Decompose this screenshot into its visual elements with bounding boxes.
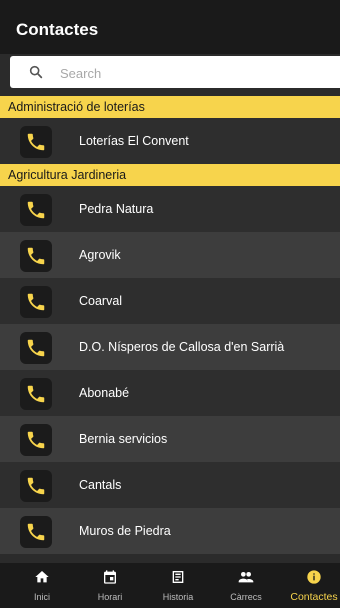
contact-name: Loterías El Convent xyxy=(79,134,189,148)
phone-icon xyxy=(27,385,45,403)
tab-historia[interactable]: Historia xyxy=(144,563,212,608)
newspaper-icon xyxy=(172,571,184,583)
section-header: Agricultura Jardineria xyxy=(0,164,340,186)
contact-row-do-nisperos[interactable]: D.O. Nísperos de Callosa d'en Sarrià xyxy=(0,324,340,370)
contact-row-loterias-el-convent[interactable]: Loterías El Convent xyxy=(0,118,340,164)
home-icon xyxy=(35,571,49,583)
phone-icon xyxy=(27,247,45,265)
phone-icon xyxy=(27,293,45,311)
phone-icon-box xyxy=(20,126,52,158)
tab-label: Contactes xyxy=(290,591,338,603)
info-icon xyxy=(307,570,321,584)
phone-icon xyxy=(27,201,45,219)
contact-row-pedra-natura[interactable]: Pedra Natura xyxy=(0,186,340,232)
contact-name: Pedra Natura xyxy=(79,202,154,216)
app-header: Contactes xyxy=(0,0,340,54)
tab-inici[interactable]: Inici xyxy=(8,563,76,608)
page-title: Contactes xyxy=(16,20,99,39)
contact-row-coarval[interactable]: Coarval xyxy=(0,278,340,324)
phone-icon-box xyxy=(20,424,52,456)
phone-icon xyxy=(27,523,45,541)
calendar-icon xyxy=(104,570,116,584)
search-input[interactable] xyxy=(58,61,332,85)
phone-icon-box xyxy=(20,286,52,318)
tab-horari[interactable]: Horari xyxy=(76,563,144,608)
contact-name: Cantals xyxy=(79,478,122,492)
tab-label: Càrrecs xyxy=(230,592,262,602)
phone-icon xyxy=(27,133,45,151)
search-bar[interactable] xyxy=(10,56,340,88)
search-icon xyxy=(29,65,43,79)
tab-contactes[interactable]: Contactes xyxy=(280,563,340,608)
contact-name: Abonabé xyxy=(79,386,130,400)
contact-name: Muros de Piedra xyxy=(79,524,171,538)
contacts-list[interactable]: Administració de loterías Loterías El Co… xyxy=(0,96,340,554)
contact-row-muros-de-piedra[interactable]: Muros de Piedra xyxy=(0,508,340,554)
phone-icon xyxy=(27,477,45,495)
phone-icon-box xyxy=(20,194,52,226)
bottom-tab-bar: Inici Horari Historia Càrrecs Contactes xyxy=(0,563,340,608)
people-icon xyxy=(238,572,254,583)
contact-name: Agrovik xyxy=(79,248,121,262)
contact-name: Bernia servicios xyxy=(79,432,168,446)
contact-row-agrovik[interactable]: Agrovik xyxy=(0,232,340,278)
phone-icon-box xyxy=(20,378,52,410)
contact-row-bernia-servicios[interactable]: Bernia servicios xyxy=(0,416,340,462)
phone-icon-box xyxy=(20,332,52,364)
section-header: Administració de loterías xyxy=(0,96,340,118)
contact-row-cantals[interactable]: Cantals xyxy=(0,462,340,508)
tab-label: Historia xyxy=(162,592,194,602)
tab-label: Inici xyxy=(33,592,50,602)
phone-icon xyxy=(27,339,45,357)
contact-row-abonabe[interactable]: Abonabé xyxy=(0,370,340,416)
contact-name: Coarval xyxy=(79,294,123,308)
tab-carrecs[interactable]: Càrrecs xyxy=(212,563,280,608)
phone-icon xyxy=(27,431,45,449)
tab-label: Horari xyxy=(97,592,123,602)
contact-name: D.O. Nísperos de Callosa d'en Sarrià xyxy=(79,340,285,354)
phone-icon-box xyxy=(20,470,52,502)
phone-icon-box xyxy=(20,240,52,272)
phone-icon-box xyxy=(20,516,52,548)
